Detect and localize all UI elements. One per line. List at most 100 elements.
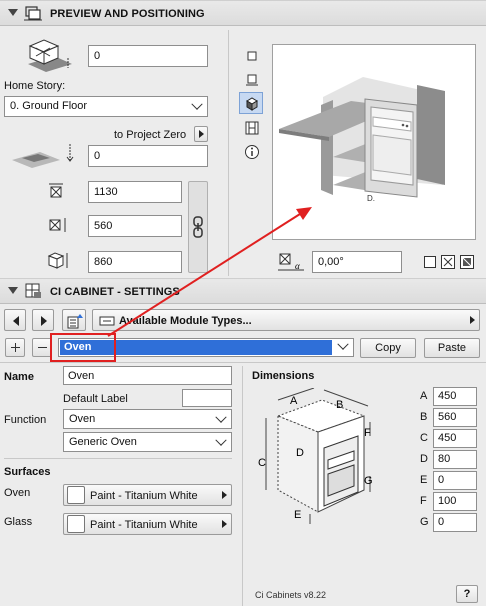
copy-button[interactable]: Copy [360,338,416,358]
diagram-label-f: F [364,427,371,439]
elevation-input[interactable]: 0 [88,45,208,67]
dim-label-b: B [420,411,428,423]
add-module-button[interactable] [5,338,25,357]
available-module-types-button[interactable]: Available Module Types... [92,309,480,331]
diagram-label-g: G [364,475,373,487]
oven-material-label: Paint - Titanium White [90,490,198,502]
height-icon [47,252,68,269]
svg-text:D.: D. [367,194,375,203]
info-button[interactable] [244,144,260,160]
chevron-down-icon [215,434,227,446]
rotation-angle-input[interactable]: 0,00° [312,251,402,273]
project-zero-arrow-button[interactable] [194,126,208,142]
highlight-box [50,333,116,362]
film-strip-icon [245,121,259,135]
dim-label-e: E [420,474,428,486]
dim-e-input[interactable]: 0 [433,471,477,490]
dim-d-input[interactable]: 80 [433,450,477,469]
surfaces-label: Surfaces [4,466,51,478]
side-view-icon [246,74,258,86]
view-3d-button[interactable] [239,92,263,114]
preview-positioning-icon [24,6,42,21]
view-2d-plan-button[interactable] [244,48,260,64]
cabinet-settings-icon [25,283,41,298]
next-module-button[interactable] [32,309,54,331]
mirror-toggle[interactable] [441,255,455,269]
arrow-right-icon [222,520,227,528]
dim-g-input[interactable]: 0 [433,513,477,532]
plus-icon [11,343,20,352]
chevron-down-icon [215,411,227,423]
3d-preview-window[interactable]: D. [272,44,476,240]
square-icon [247,51,257,61]
help-button[interactable]: ? [456,585,478,603]
previous-module-button[interactable] [4,309,26,331]
glass-material-label: Paint - Titanium White [90,519,198,531]
mirror-alt-toggle[interactable] [460,255,474,269]
dim-label-a: A [420,390,428,402]
mirror-none-toggle[interactable] [424,256,436,268]
available-module-types-label: Available Module Types... [119,315,252,327]
chain-link-icon [193,216,203,238]
diagram-label-d: D [296,447,304,459]
collapse-triangle-icon[interactable] [8,9,18,16]
cube-3d-icon [246,97,258,111]
view-side-button[interactable] [244,72,260,88]
dim-label-c: C [420,432,428,444]
function-value: Oven [69,413,96,425]
function-label: Function [4,414,47,426]
cross-box-icon [443,257,453,267]
version-label: Ci Cabinets v8.22 [255,590,327,600]
arrow-right-icon [222,491,227,499]
cabinet-settings-header[interactable]: CI CABINET - SETTINGS [0,278,486,304]
oven-surface-button[interactable]: Paint - Titanium White [63,484,232,506]
home-story-value: 0. Ground Floor [10,100,88,112]
glass-surface-button[interactable]: Paint - Titanium White [63,513,232,535]
home-story-select[interactable]: 0. Ground Floor [4,96,208,117]
depth-input[interactable]: 560 [88,215,182,237]
proportion-lock-bar[interactable] [188,181,208,273]
default-label-input[interactable] [182,389,232,407]
function-subtype-select[interactable]: Generic Oven [63,432,232,452]
diagram-label-e: E [294,509,301,521]
collapse-triangle-icon[interactable] [8,287,18,294]
dimensions-divider [242,366,243,606]
dimensions-title: Dimensions [252,370,315,382]
dim-b-input[interactable]: 560 [433,408,477,427]
triangle-left-icon [13,316,19,326]
remove-module-button[interactable] [32,338,52,357]
dim-label-d: D [420,453,428,465]
width-input[interactable]: 1130 [88,181,182,203]
cabinet-settings-title: CI CABINET - SETTINGS [50,286,180,298]
preview-section-header[interactable]: PREVIEW AND POSITIONING [0,0,486,26]
dim-label-g: G [420,516,429,528]
function-subtype-value: Generic Oven [69,436,137,448]
oven-color-swatch [67,486,85,504]
dim-c-input[interactable]: 450 [433,429,477,448]
minus-icon [38,347,47,348]
function-select[interactable]: Oven [63,409,232,429]
to-project-zero-label: to Project Zero [114,129,187,141]
info-icon [245,145,259,159]
mirror-box-icon [462,257,472,267]
chevron-down-icon [337,338,349,350]
paste-button[interactable]: Paste [424,338,480,358]
name-input[interactable]: Oven [63,366,232,385]
depth-icon [49,218,66,232]
dim-a-input[interactable]: 450 [433,387,477,406]
glass-color-swatch [67,515,85,533]
oven-surface-label: Oven [4,487,31,499]
dim-f-input[interactable]: 100 [433,492,477,511]
cabinet-dimension-diagram: A B C D E F G [258,388,373,524]
module-type-icon [99,316,115,326]
project-zero-plane-icon [12,144,74,168]
height-input[interactable]: 860 [88,251,182,273]
diagram-label-c: C [258,457,266,469]
project-zero-input[interactable]: 0 [88,145,208,167]
vertical-divider [228,30,229,276]
module-favorites-button[interactable] [62,309,86,331]
diagram-label-b: B [336,399,343,411]
home-story-label: Home Story: [4,80,66,92]
view-film-button[interactable] [244,120,260,136]
horizontal-divider [0,362,486,363]
